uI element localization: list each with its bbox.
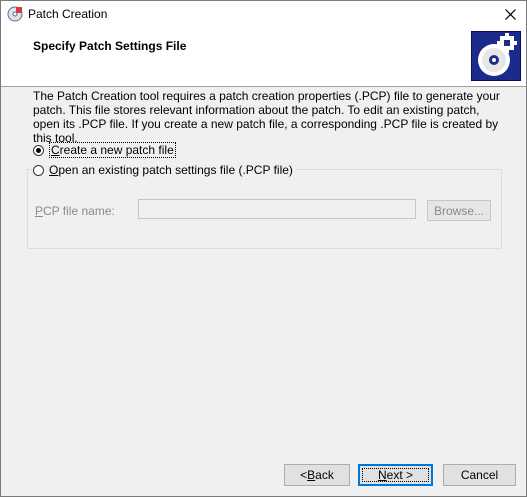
cancel-button[interactable]: Cancel xyxy=(443,464,516,486)
patch-disc-logo xyxy=(471,31,521,81)
description-text: The Patch Creation tool requires a patch… xyxy=(33,89,500,145)
create-new-label[interactable]: Create a new patch file xyxy=(49,142,176,158)
browse-button[interactable]: Browse... xyxy=(427,200,491,221)
back-button[interactable]: < Back xyxy=(284,464,350,486)
open-existing-option[interactable]: Open an existing patch settings file (.P… xyxy=(33,163,296,177)
pcp-file-name-input[interactable] xyxy=(138,199,416,219)
title-bar: Patch Creation xyxy=(1,1,526,28)
page-title: Specify Patch Settings File xyxy=(33,39,187,53)
disc-icon xyxy=(478,33,517,76)
open-existing-label[interactable]: Open an existing patch settings file (.P… xyxy=(49,163,293,177)
window-title: Patch Creation xyxy=(28,7,108,21)
close-button[interactable] xyxy=(494,1,526,28)
app-icon xyxy=(7,6,23,22)
focus-rect xyxy=(362,468,429,482)
create-new-option[interactable]: Create a new patch file xyxy=(33,142,176,158)
open-existing-radio[interactable] xyxy=(33,164,44,176)
next-button[interactable]: Next > xyxy=(358,464,433,486)
wizard-header: Specify Patch Settings File xyxy=(1,28,526,87)
close-icon xyxy=(504,9,516,20)
create-new-radio[interactable] xyxy=(33,144,44,156)
pcp-file-name-label: PCP file name: xyxy=(35,204,115,218)
patch-creation-window: Patch Creation Specify Patch Settings Fi… xyxy=(0,0,527,497)
